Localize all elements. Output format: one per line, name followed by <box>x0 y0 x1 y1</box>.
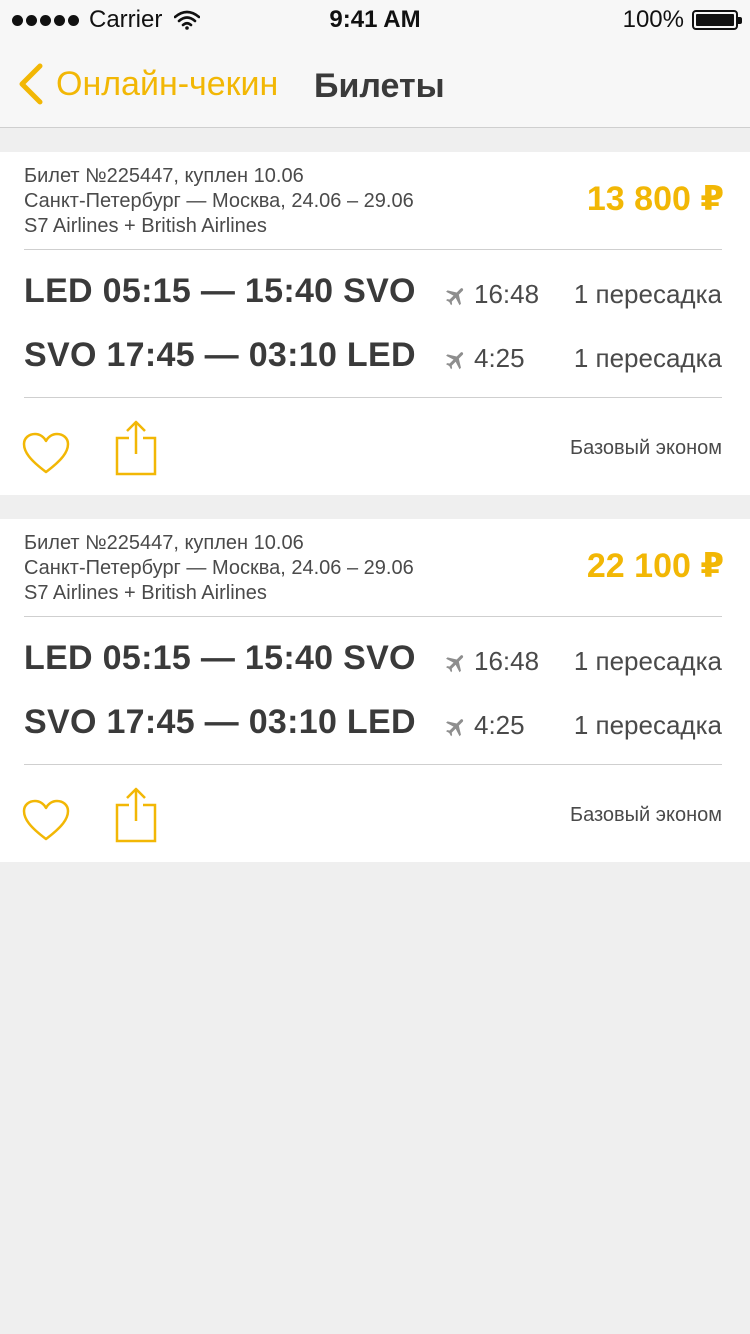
back-button[interactable]: Онлайн-чекин <box>16 62 278 106</box>
battery-percent: 100% <box>622 6 684 33</box>
divider <box>24 764 722 765</box>
ticket-number: Билет №225447, куплен 10.06 <box>24 532 304 554</box>
ticket-airlines: S7 Airlines + British Airlines <box>24 215 267 237</box>
back-button-label: Онлайн-чекин <box>56 64 279 103</box>
flight-leg: SVO 17:45 — 03:10 LED 4:25 1 пересадка <box>24 699 722 749</box>
leg-route: LED 05:15 — 15:40 SVO <box>24 639 416 677</box>
ticket-card[interactable]: Билет №225447, куплен 10.06 Санкт-Петерб… <box>0 152 750 495</box>
ticket-route-summary: Санкт-Петербург — Москва, 24.06 – 29.06 <box>24 190 414 212</box>
battery-icon <box>692 10 742 30</box>
status-bar-right: 100% <box>622 6 742 34</box>
airplane-icon <box>446 655 464 673</box>
ticket-info: Билет №225447, куплен 10.06 Санкт-Петерб… <box>24 531 414 606</box>
ticket-card[interactable]: Билет №225447, куплен 10.06 Санкт-Петерб… <box>0 519 750 862</box>
ticket-route-summary: Санкт-Петербург — Москва, 24.06 – 29.06 <box>24 557 414 579</box>
leg-duration: 16:48 <box>474 279 540 309</box>
airplane-icon <box>446 719 464 737</box>
leg-duration: 4:25 <box>474 710 525 740</box>
leg-duration: 4:25 <box>474 343 525 373</box>
status-bar: Carrier 9:41 AM 100% <box>0 0 750 40</box>
airplane-icon <box>446 288 464 306</box>
share-icon[interactable] <box>114 420 158 476</box>
ticket-info: Билет №225447, куплен 10.06 Санкт-Петерб… <box>24 164 414 239</box>
ticket-price: 22 100 ₽ <box>586 547 724 585</box>
navigation-bar: Онлайн-чекин Билеты <box>0 40 750 128</box>
favorite-heart-icon[interactable] <box>22 799 70 843</box>
divider <box>24 397 722 398</box>
flight-leg: SVO 17:45 — 03:10 LED 4:25 1 пересадка <box>24 332 722 382</box>
fare-class: Базовый эконом <box>569 804 722 826</box>
leg-route: LED 05:15 — 15:40 SVO <box>24 272 416 310</box>
ticket-number: Билет №225447, куплен 10.06 <box>24 165 304 187</box>
favorite-heart-icon[interactable] <box>22 432 70 476</box>
ticket-price: 13 800 ₽ <box>586 180 724 218</box>
leg-stops: 1 пересадка <box>573 710 722 740</box>
page-title: Билеты <box>314 67 445 105</box>
fare-class: Базовый эконом <box>569 437 722 459</box>
chevron-left-icon <box>19 63 43 105</box>
leg-stops: 1 пересадка <box>573 646 722 676</box>
divider <box>24 249 722 250</box>
flight-leg: LED 05:15 — 15:40 SVO 16:48 1 пересадка <box>24 268 722 318</box>
leg-duration: 16:48 <box>474 646 540 676</box>
flight-leg: LED 05:15 — 15:40 SVO 16:48 1 пересадка <box>24 635 722 685</box>
airplane-icon <box>446 352 464 370</box>
leg-stops: 1 пересадка <box>573 343 722 373</box>
leg-route: SVO 17:45 — 03:10 LED <box>24 336 416 374</box>
leg-route: SVO 17:45 — 03:10 LED <box>24 703 416 741</box>
divider <box>24 616 722 617</box>
ticket-airlines: S7 Airlines + British Airlines <box>24 582 267 604</box>
leg-stops: 1 пересадка <box>573 279 722 309</box>
share-icon[interactable] <box>114 787 158 843</box>
